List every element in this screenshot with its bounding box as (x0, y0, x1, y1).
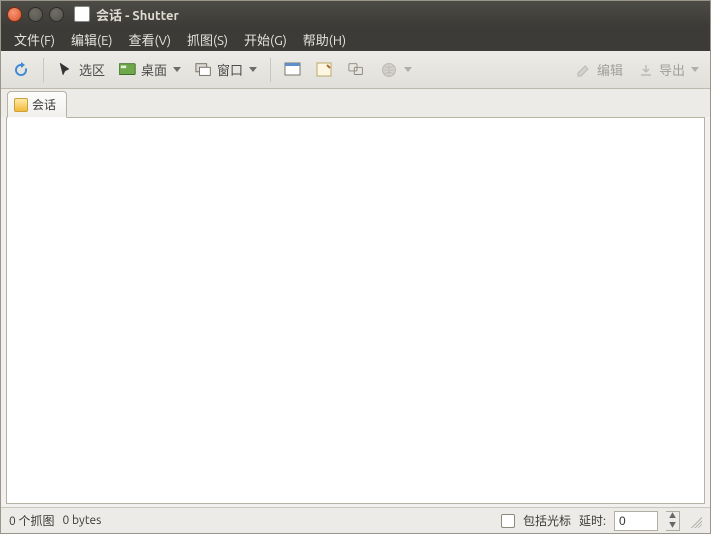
chevron-down-icon (249, 67, 257, 72)
tab-session[interactable]: 会话 (7, 91, 67, 118)
window-close-button[interactable] (7, 7, 22, 22)
tab-strip: 会话 (1, 89, 710, 117)
web-capture-button[interactable] (343, 58, 371, 82)
tab-session-label: 会话 (32, 96, 56, 113)
menu-file[interactable]: 文件(F) (7, 28, 62, 51)
delay-spin-buttons[interactable]: ▲▼ (666, 511, 680, 531)
toolbar-separator (43, 58, 44, 82)
window-title: 会话 - Shutter (96, 5, 179, 24)
chevron-down-icon (404, 67, 412, 72)
status-count: 0 个抓图 (9, 512, 55, 529)
reload-icon (12, 61, 30, 79)
delay-label: 延时: (579, 512, 606, 529)
export-button[interactable]: 导出 (632, 57, 704, 82)
window-minimize-button[interactable] (28, 7, 43, 22)
menu-bar: 文件(F) 编辑(E) 查看(V) 抓图(S) 开始(G) 帮助(H) (1, 27, 710, 51)
note-icon (316, 61, 334, 79)
include-cursor-checkbox[interactable] (501, 514, 515, 528)
menu-capture-button[interactable] (279, 58, 307, 82)
status-size: 0 bytes (63, 514, 102, 527)
export-icon (637, 61, 655, 79)
selection-button[interactable]: 选区 (52, 57, 110, 82)
toolbar-separator (270, 58, 271, 82)
selection-label: 选区 (79, 60, 105, 79)
menu-view[interactable]: 查看(V) (122, 28, 178, 51)
menu-help[interactable]: 帮助(H) (296, 28, 353, 51)
desktop-button[interactable]: 桌面 (114, 57, 186, 82)
windows-icon (195, 61, 213, 79)
title-bar: 会话 - Shutter (1, 1, 710, 27)
upload-button[interactable] (375, 58, 417, 82)
globe-icon (380, 61, 398, 79)
session-icon (14, 98, 28, 112)
desktop-label: 桌面 (141, 60, 167, 79)
tooltip-capture-button[interactable] (311, 58, 339, 82)
window-capture-label: 窗口 (217, 60, 243, 79)
edit-button[interactable]: 编辑 (570, 57, 628, 82)
cursor-icon (57, 61, 75, 79)
session-content-area (6, 117, 705, 504)
window-maximize-button[interactable] (49, 7, 64, 22)
menu-capture[interactable]: 抓图(S) (180, 28, 235, 51)
redo-capture-button[interactable] (7, 58, 35, 82)
toolbar: 选区 桌面 窗口 (1, 51, 710, 89)
delay-input[interactable] (614, 511, 658, 531)
speech-icon (348, 61, 366, 79)
status-bar: 0 个抓图 0 bytes 包括光标 延时: ▲▼ (1, 507, 710, 533)
export-label: 导出 (659, 60, 685, 79)
edit-label: 编辑 (597, 60, 623, 79)
chevron-down-icon (691, 67, 699, 72)
app-icon (74, 6, 90, 22)
desktop-icon (119, 61, 137, 79)
chevron-down-icon (173, 67, 181, 72)
menu-go[interactable]: 开始(G) (237, 28, 294, 51)
menu-edit[interactable]: 编辑(E) (64, 28, 119, 51)
panel-icon (284, 61, 302, 79)
pencil-icon (575, 61, 593, 79)
include-cursor-label: 包括光标 (523, 512, 571, 529)
window-capture-button[interactable]: 窗口 (190, 57, 262, 82)
resize-grip[interactable] (688, 514, 702, 528)
